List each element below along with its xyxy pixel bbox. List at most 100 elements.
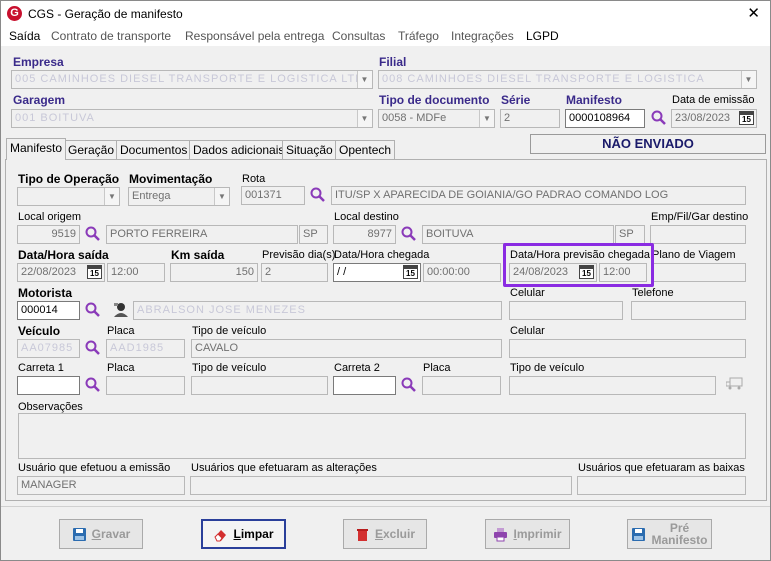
placa1-field[interactable] bbox=[106, 376, 185, 395]
rota-description-field[interactable]: ITU/SP X APARECIDA DE GOIANIA/GO PADRAO … bbox=[331, 186, 746, 205]
local-destino-code-field[interactable]: 8977 bbox=[333, 225, 396, 244]
tipo-documento-label: Tipo de documento bbox=[379, 93, 490, 107]
emp-fil-gar-destino-label: Emp/Fil/Gar destino bbox=[651, 211, 749, 223]
menu-integracoes[interactable]: Integrações bbox=[451, 29, 514, 43]
carreta2-field[interactable] bbox=[333, 376, 396, 395]
excluir-button[interactable]: Excluir bbox=[343, 519, 427, 549]
search-icon[interactable] bbox=[84, 301, 101, 318]
search-icon[interactable] bbox=[400, 225, 417, 242]
local-origem-code-field[interactable]: 9519 bbox=[17, 225, 80, 244]
printer-icon bbox=[494, 527, 508, 541]
gravar-button[interactable]: Gravar bbox=[59, 519, 143, 549]
garagem-label: Garagem bbox=[13, 93, 66, 107]
tab-documentos[interactable]: Documentos bbox=[116, 140, 192, 160]
placa2-label: Placa bbox=[423, 362, 451, 374]
manifest-window: G CGS - Geração de manifesto ✕ Saída Con… bbox=[0, 0, 771, 561]
limpar-button[interactable]: Limpar bbox=[201, 519, 286, 549]
veiculo-code-field[interactable]: AA07985 bbox=[17, 339, 80, 358]
tipo-documento-select[interactable]: 0058 - MDFe ▼ bbox=[378, 109, 495, 128]
data-saida-value: 22/08/2023 bbox=[21, 266, 77, 278]
filial-select[interactable]: 008 CAMINHOES DIESEL TRANSPORTE E LOGIST… bbox=[378, 70, 757, 89]
driver-photo-icon[interactable] bbox=[112, 301, 129, 318]
garagem-select[interactable]: 001 BOITUVA ▼ bbox=[11, 109, 373, 128]
calendar-icon[interactable]: 15 bbox=[87, 265, 102, 279]
search-icon[interactable] bbox=[400, 376, 417, 393]
veiculo-placa-field[interactable]: AAD1985 bbox=[106, 339, 185, 358]
usuarios-baixas-field[interactable] bbox=[577, 476, 746, 495]
tab-situacao[interactable]: Situação bbox=[282, 140, 337, 160]
usuario-emissao-field[interactable]: MANAGER bbox=[17, 476, 185, 495]
data-hora-saida-label: Data/Hora saída bbox=[18, 248, 109, 262]
gravar-label: Gravar bbox=[91, 527, 131, 541]
search-icon[interactable] bbox=[84, 339, 101, 356]
menu-saida[interactable]: Saída bbox=[9, 29, 40, 43]
rota-code-field[interactable]: 001371 bbox=[241, 186, 305, 205]
emp-fil-gar-destino-field[interactable] bbox=[650, 225, 746, 244]
celular-field[interactable] bbox=[509, 301, 623, 320]
movimentacao-select[interactable]: Entrega ▼ bbox=[128, 187, 230, 206]
tipo-veiculo2-field[interactable] bbox=[509, 376, 716, 395]
menu-trafego[interactable]: Tráfego bbox=[398, 29, 439, 43]
plano-viagem-field[interactable] bbox=[651, 263, 746, 282]
km-saida-field[interactable]: 150 bbox=[170, 263, 258, 282]
menu-contrato-transporte[interactable]: Contrato de transporte bbox=[51, 29, 171, 43]
title-bar: G CGS - Geração de manifesto ✕ bbox=[1, 1, 770, 27]
telefone-field[interactable] bbox=[631, 301, 746, 320]
km-saida-label: Km saída bbox=[171, 248, 225, 262]
tipo-operacao-label: Tipo de Operação bbox=[18, 172, 120, 186]
filial-label: Filial bbox=[379, 55, 407, 69]
celular-veiculo-field[interactable] bbox=[509, 339, 746, 358]
tab-dados-adicionais-label: Dados adicionais bbox=[193, 143, 285, 157]
search-icon[interactable] bbox=[650, 109, 667, 126]
local-destino-name-field[interactable]: BOITUVA bbox=[422, 225, 614, 244]
trailer-icon[interactable] bbox=[726, 377, 743, 390]
usuarios-alteracoes-label: Usuários que efetuaram as alterações bbox=[191, 462, 377, 474]
local-destino-uf-field[interactable]: SP bbox=[615, 225, 645, 244]
tipo-veiculo1-field[interactable] bbox=[191, 376, 328, 395]
menu-consultas[interactable]: Consultas bbox=[332, 29, 385, 43]
tipo-veiculo-field[interactable]: CAVALO bbox=[191, 339, 502, 358]
local-origem-uf-field[interactable]: SP bbox=[299, 225, 328, 244]
placa2-field[interactable] bbox=[422, 376, 501, 395]
menu-lgpd[interactable]: LGPD bbox=[526, 29, 559, 43]
menu-responsavel-entrega[interactable]: Responsável pela entrega bbox=[185, 29, 324, 43]
movimentacao-label: Movimentação bbox=[129, 172, 213, 186]
telefone-label: Telefone bbox=[632, 287, 674, 299]
carreta1-field[interactable] bbox=[17, 376, 80, 395]
motorista-code-field[interactable]: 000014 bbox=[17, 301, 80, 320]
tipo-operacao-select[interactable]: ▼ bbox=[17, 187, 120, 206]
serie-field[interactable]: 2 bbox=[500, 109, 560, 128]
filial-value: 008 CAMINHOES DIESEL TRANSPORTE E LOGIST… bbox=[382, 73, 705, 85]
empresa-select[interactable]: 005 CAMINHOES DIESEL TRANSPORTE E LOGIST… bbox=[11, 70, 373, 89]
manifesto-field[interactable]: 0000108964 bbox=[565, 109, 645, 128]
search-icon[interactable] bbox=[84, 225, 101, 242]
search-icon[interactable] bbox=[309, 186, 326, 203]
previsao-dias-label: Previsão dia(s) bbox=[262, 249, 336, 261]
button-bar: Gravar Limpar Excluir Imprimir Pré Manif… bbox=[1, 506, 770, 560]
motorista-name-field[interactable]: ABRALSON JOSE MENEZES bbox=[133, 301, 502, 320]
search-icon[interactable] bbox=[84, 376, 101, 393]
tab-manifesto[interactable]: Manifesto bbox=[6, 138, 67, 160]
hora-chegada-field[interactable]: 00:00:00 bbox=[423, 263, 501, 282]
garagem-value: 001 BOITUVA bbox=[15, 112, 95, 124]
local-origem-name-field[interactable]: PORTO FERREIRA bbox=[106, 225, 298, 244]
calendar-icon[interactable]: 15 bbox=[739, 111, 754, 125]
celular-veiculo-label: Celular bbox=[510, 325, 545, 337]
tab-opentech[interactable]: Opentech bbox=[335, 140, 396, 160]
close-icon[interactable]: ✕ bbox=[747, 4, 760, 22]
tab-geracao[interactable]: Geração bbox=[64, 140, 119, 160]
celular-label: Celular bbox=[510, 287, 545, 299]
imprimir-button[interactable]: Imprimir bbox=[485, 519, 570, 549]
tab-situacao-label: Situação bbox=[286, 143, 333, 157]
observacoes-textarea[interactable] bbox=[18, 413, 746, 459]
previsao-dias-field[interactable]: 2 bbox=[261, 263, 328, 282]
chevron-down-icon: ▼ bbox=[104, 188, 119, 205]
hora-saida-field[interactable]: 12:00 bbox=[107, 263, 165, 282]
trash-icon bbox=[356, 528, 368, 541]
tab-dados-adicionais[interactable]: Dados adicionais bbox=[189, 140, 289, 160]
tab-manifesto-label: Manifesto bbox=[10, 141, 63, 155]
usuarios-alteracoes-field[interactable] bbox=[190, 476, 572, 495]
chevron-down-icon: ▼ bbox=[357, 71, 372, 88]
pre-manifesto-button[interactable]: Pré Manifesto bbox=[627, 519, 712, 549]
calendar-icon[interactable]: 15 bbox=[403, 265, 418, 279]
